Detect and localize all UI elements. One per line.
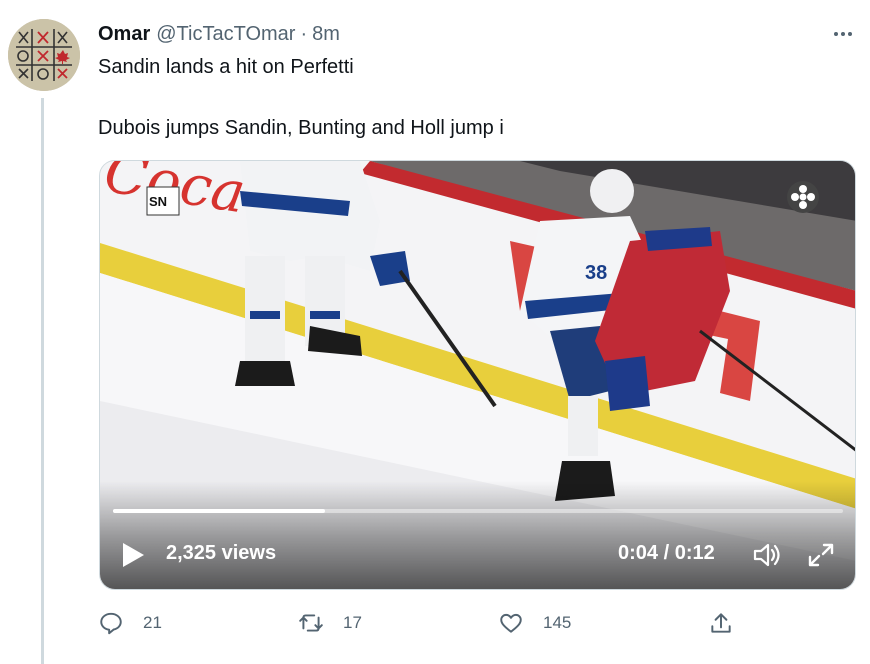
author-handle[interactable]: @TicTacTOmar	[156, 23, 295, 46]
tweet-header: Omar @TicTacTOmar · 8m	[98, 22, 340, 46]
volume-icon[interactable]	[752, 541, 782, 569]
video-controls-overlay	[100, 481, 855, 589]
video-time: 0:04 / 0:12	[618, 542, 715, 564]
like-count: 145	[543, 613, 572, 632]
tictactoe-avatar-icon	[8, 19, 80, 91]
heart-icon	[500, 613, 522, 633]
more-dots-icon[interactable]	[828, 24, 858, 44]
tweet-text-line-1: Sandin lands a hit on Perfetti	[98, 56, 354, 78]
video-progress-bar[interactable]	[113, 509, 843, 513]
share-button[interactable]	[708, 608, 734, 638]
play-icon[interactable]	[120, 541, 146, 569]
separator-dot: ·	[300, 22, 308, 45]
reply-button[interactable]: 21	[98, 608, 162, 638]
author-name[interactable]: Omar	[98, 23, 150, 46]
avatar[interactable]	[8, 19, 80, 91]
video-player[interactable]: Coca-Co SN 38 2,325 views 0:04 / 0:12	[99, 160, 856, 590]
retweet-icon	[299, 614, 323, 632]
retweet-button[interactable]: 17	[298, 608, 362, 638]
fullscreen-icon[interactable]	[806, 541, 836, 569]
jersey-number: 38	[585, 262, 607, 284]
reply-count: 21	[143, 613, 162, 632]
retweet-count: 17	[343, 613, 362, 632]
video-progress-fill	[113, 509, 325, 513]
share-upload-icon	[711, 613, 731, 633]
thread-line	[41, 98, 44, 664]
tweet-actions: 21 17 145	[98, 608, 748, 638]
reply-bubble-icon	[100, 612, 122, 635]
like-button[interactable]: 145	[498, 608, 571, 638]
sn-logo-text: SN	[149, 194, 167, 209]
tweet-text-line-2: Dubois jumps Sandin, Bunting and Holl ju…	[98, 117, 504, 139]
view-count: 2,325 views	[166, 542, 277, 564]
tweet-timestamp[interactable]: 8m	[312, 23, 340, 46]
